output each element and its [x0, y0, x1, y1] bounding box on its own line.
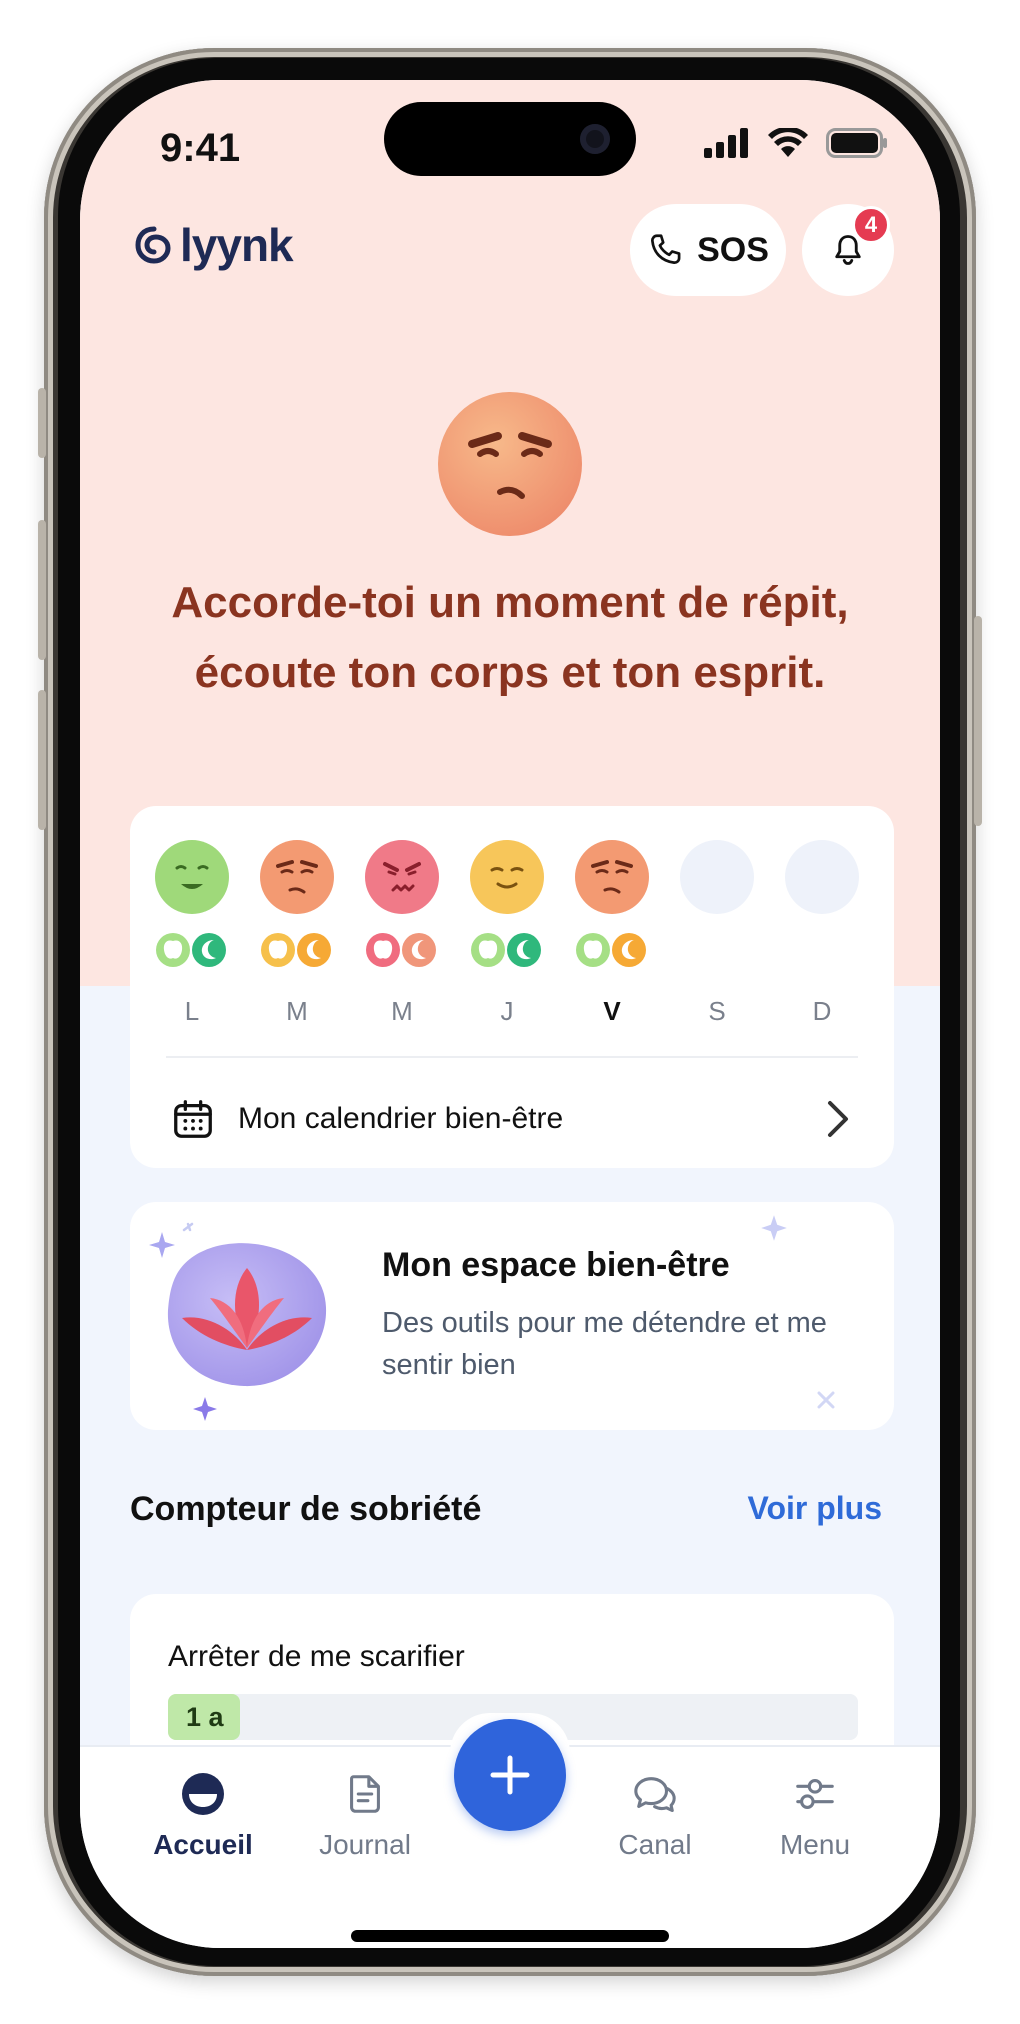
day-letter: D [812, 996, 832, 1026]
wellbeing-space-card[interactable]: Mon espace bien-être Des outils pour me … [130, 1202, 894, 1430]
nav-channel[interactable]: Canal [580, 1771, 730, 1861]
nav-home-label: Accueil [153, 1829, 253, 1860]
meal-sleep-indicator-icon [576, 933, 646, 967]
day-letter: M [391, 996, 413, 1026]
volume-down-button [38, 690, 46, 830]
nav-home[interactable]: Accueil [128, 1771, 278, 1861]
day-column[interactable] [154, 840, 230, 970]
meal-sleep-indicator-icon [156, 933, 226, 967]
chevron-right-icon [828, 1101, 848, 1137]
plus-icon [490, 1755, 530, 1795]
day-letter: M [286, 996, 308, 1026]
home-indicator [351, 1930, 669, 1942]
meal-sleep-indicator-icon [366, 933, 436, 967]
counter-goal: Arrêter de me scarifier [168, 1640, 465, 1673]
nav-journal[interactable]: Journal [290, 1771, 440, 1861]
day-column[interactable] [364, 840, 440, 970]
dynamic-island [384, 102, 636, 176]
camera-icon [580, 124, 610, 154]
frustrated-face-icon [575, 840, 649, 914]
wifi-icon [768, 128, 808, 157]
logo-swirl-icon [135, 226, 171, 264]
notification-badge: 4 [852, 206, 890, 244]
status-icons [704, 128, 888, 158]
sliders-icon [796, 1779, 834, 1809]
hero-message-line2: écoute ton corps et ton esprit. [194, 648, 826, 697]
frustrated-face-icon [438, 392, 582, 536]
wellbeing-subtitle: Des outils pour me détendre et me sentir… [382, 1307, 827, 1381]
content-face-icon [470, 840, 544, 914]
empty-mood-icon [785, 840, 859, 914]
see-more-link[interactable]: Voir plus [747, 1490, 882, 1527]
day-column[interactable] [679, 840, 755, 918]
hero-message-line1: Accorde-toi un moment de répit, [171, 578, 849, 627]
counter-duration: 1 a [168, 1694, 240, 1740]
nav-menu[interactable]: Menu [740, 1771, 890, 1861]
week-mood-card: L M M J V S D Mon calendrier bien-être [130, 806, 894, 1168]
status-time: 9:41 [160, 126, 241, 170]
day-letter: V [603, 996, 621, 1026]
angry-face-icon [365, 840, 439, 914]
meal-sleep-indicator-icon [471, 933, 541, 967]
phone-icon [651, 234, 681, 264]
sos-label: SOS [697, 230, 769, 269]
day-column[interactable] [259, 840, 335, 970]
logo-text: lyynk [180, 219, 294, 271]
sparkle-icon [761, 1215, 787, 1241]
hero-message: Accorde-toi un moment de répit, écoute t… [120, 568, 900, 708]
calendar-icon [174, 1100, 212, 1138]
lotus-icon [167, 1243, 327, 1387]
day-column[interactable] [784, 840, 860, 918]
day-letter: L [184, 996, 200, 1026]
volume-up-button [38, 520, 46, 660]
app-logo: lyynk [134, 218, 294, 272]
nav-journal-label: Journal [319, 1829, 411, 1860]
chat-bubbles-icon [634, 1777, 676, 1813]
add-button[interactable] [454, 1719, 566, 1831]
bottom-navigation: Accueil Journal Canal Menu [80, 1713, 940, 1948]
power-button [974, 616, 982, 826]
journal-icon [350, 1775, 380, 1813]
nav-menu-label: Menu [779, 1829, 851, 1860]
divider [166, 1056, 858, 1058]
calendar-link[interactable]: Mon calendrier bien-être [170, 1082, 854, 1156]
close-x-decoration-icon [817, 1391, 835, 1409]
happy-face-icon [155, 840, 229, 914]
day-letter: S [708, 996, 726, 1026]
empty-mood-icon [680, 840, 754, 914]
sparkle-icon [193, 1397, 217, 1421]
day-column[interactable] [574, 840, 650, 970]
sos-button[interactable]: SOS [630, 204, 786, 296]
sobriety-section-title: Compteur de sobriété [130, 1490, 482, 1528]
day-letter: J [500, 996, 514, 1026]
home-face-icon [182, 1773, 224, 1815]
meal-sleep-indicator-icon [261, 933, 331, 967]
wellbeing-title: Mon espace bien-être [382, 1246, 730, 1284]
signal-icon [704, 128, 748, 158]
day-column[interactable] [469, 840, 545, 970]
frustrated-face-icon [260, 840, 334, 914]
app-screen: 9:41 lyynk SOS 4 Accorde-toi un moment d… [80, 80, 940, 1948]
nav-channel-label: Canal [618, 1829, 692, 1860]
battery-icon [826, 128, 887, 158]
action-button [38, 388, 46, 458]
calendar-label: Mon calendrier bien-être [238, 1102, 564, 1135]
